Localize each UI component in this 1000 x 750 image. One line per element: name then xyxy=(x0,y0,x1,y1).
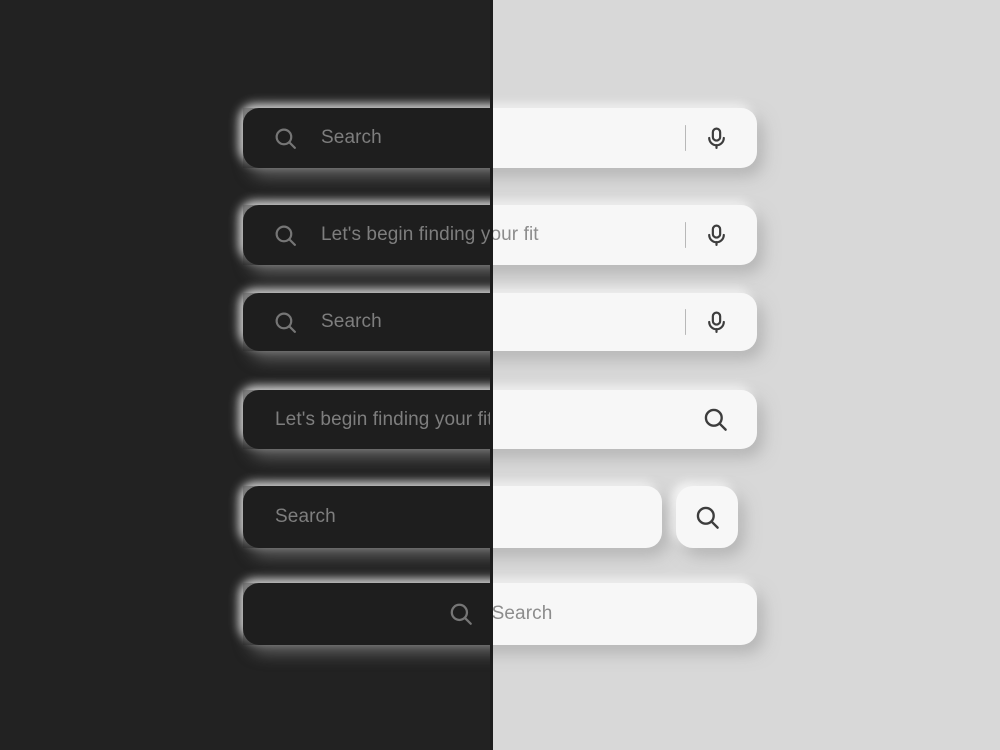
searchbar-3-light[interactable]: Search xyxy=(243,293,757,351)
search-icon[interactable] xyxy=(702,406,757,433)
searchbar-6-placeholder[interactable]: Search xyxy=(492,603,553,625)
search-bar-row-3: Search Search xyxy=(243,293,757,351)
search-submit-button[interactable] xyxy=(676,486,738,548)
searchbar-4-placeholder[interactable]: Let's begin finding your fit xyxy=(275,409,702,431)
search-icon[interactable] xyxy=(448,601,474,627)
search-bar-row-5: Search Search xyxy=(243,486,757,548)
input-divider xyxy=(684,222,686,248)
searchbar-3-placeholder[interactable]: Search xyxy=(321,311,685,333)
searchbar-5-placeholder[interactable]: Search xyxy=(275,506,662,528)
search-bar-row-1: Search Search xyxy=(243,108,757,168)
input-divider xyxy=(684,125,686,151)
searchbar-6-content: Search xyxy=(243,601,757,627)
searchbar-1-light[interactable]: Search xyxy=(243,108,757,168)
search-icon[interactable] xyxy=(243,223,298,248)
search-icon xyxy=(694,504,721,531)
search-icon[interactable] xyxy=(243,126,298,151)
searchbar-2-placeholder[interactable]: Let's begin finding your fit xyxy=(321,224,685,246)
searchbar-5-input-light[interactable]: Search xyxy=(243,486,662,548)
microphone-icon[interactable] xyxy=(704,126,757,151)
searchbar-4-light[interactable]: Let's begin finding your fit xyxy=(243,390,757,449)
searchbar-6-light[interactable]: Search xyxy=(243,583,757,645)
design-canvas: Search Search Let's begin finding your f… xyxy=(0,0,1000,750)
input-divider xyxy=(684,309,686,335)
search-bar-row-2: Let's begin finding your fit Let's begin… xyxy=(243,205,757,265)
microphone-icon[interactable] xyxy=(704,223,757,248)
searchbar-1-placeholder[interactable]: Search xyxy=(321,127,685,149)
search-bar-row-6: Search Search xyxy=(243,583,757,645)
microphone-icon[interactable] xyxy=(704,310,757,335)
searchbar-2-light[interactable]: Let's begin finding your fit xyxy=(243,205,757,265)
search-icon[interactable] xyxy=(243,310,298,335)
search-bar-row-4: Let's begin finding your fit Let's begin… xyxy=(243,390,757,449)
theme-split-divider xyxy=(490,0,493,750)
